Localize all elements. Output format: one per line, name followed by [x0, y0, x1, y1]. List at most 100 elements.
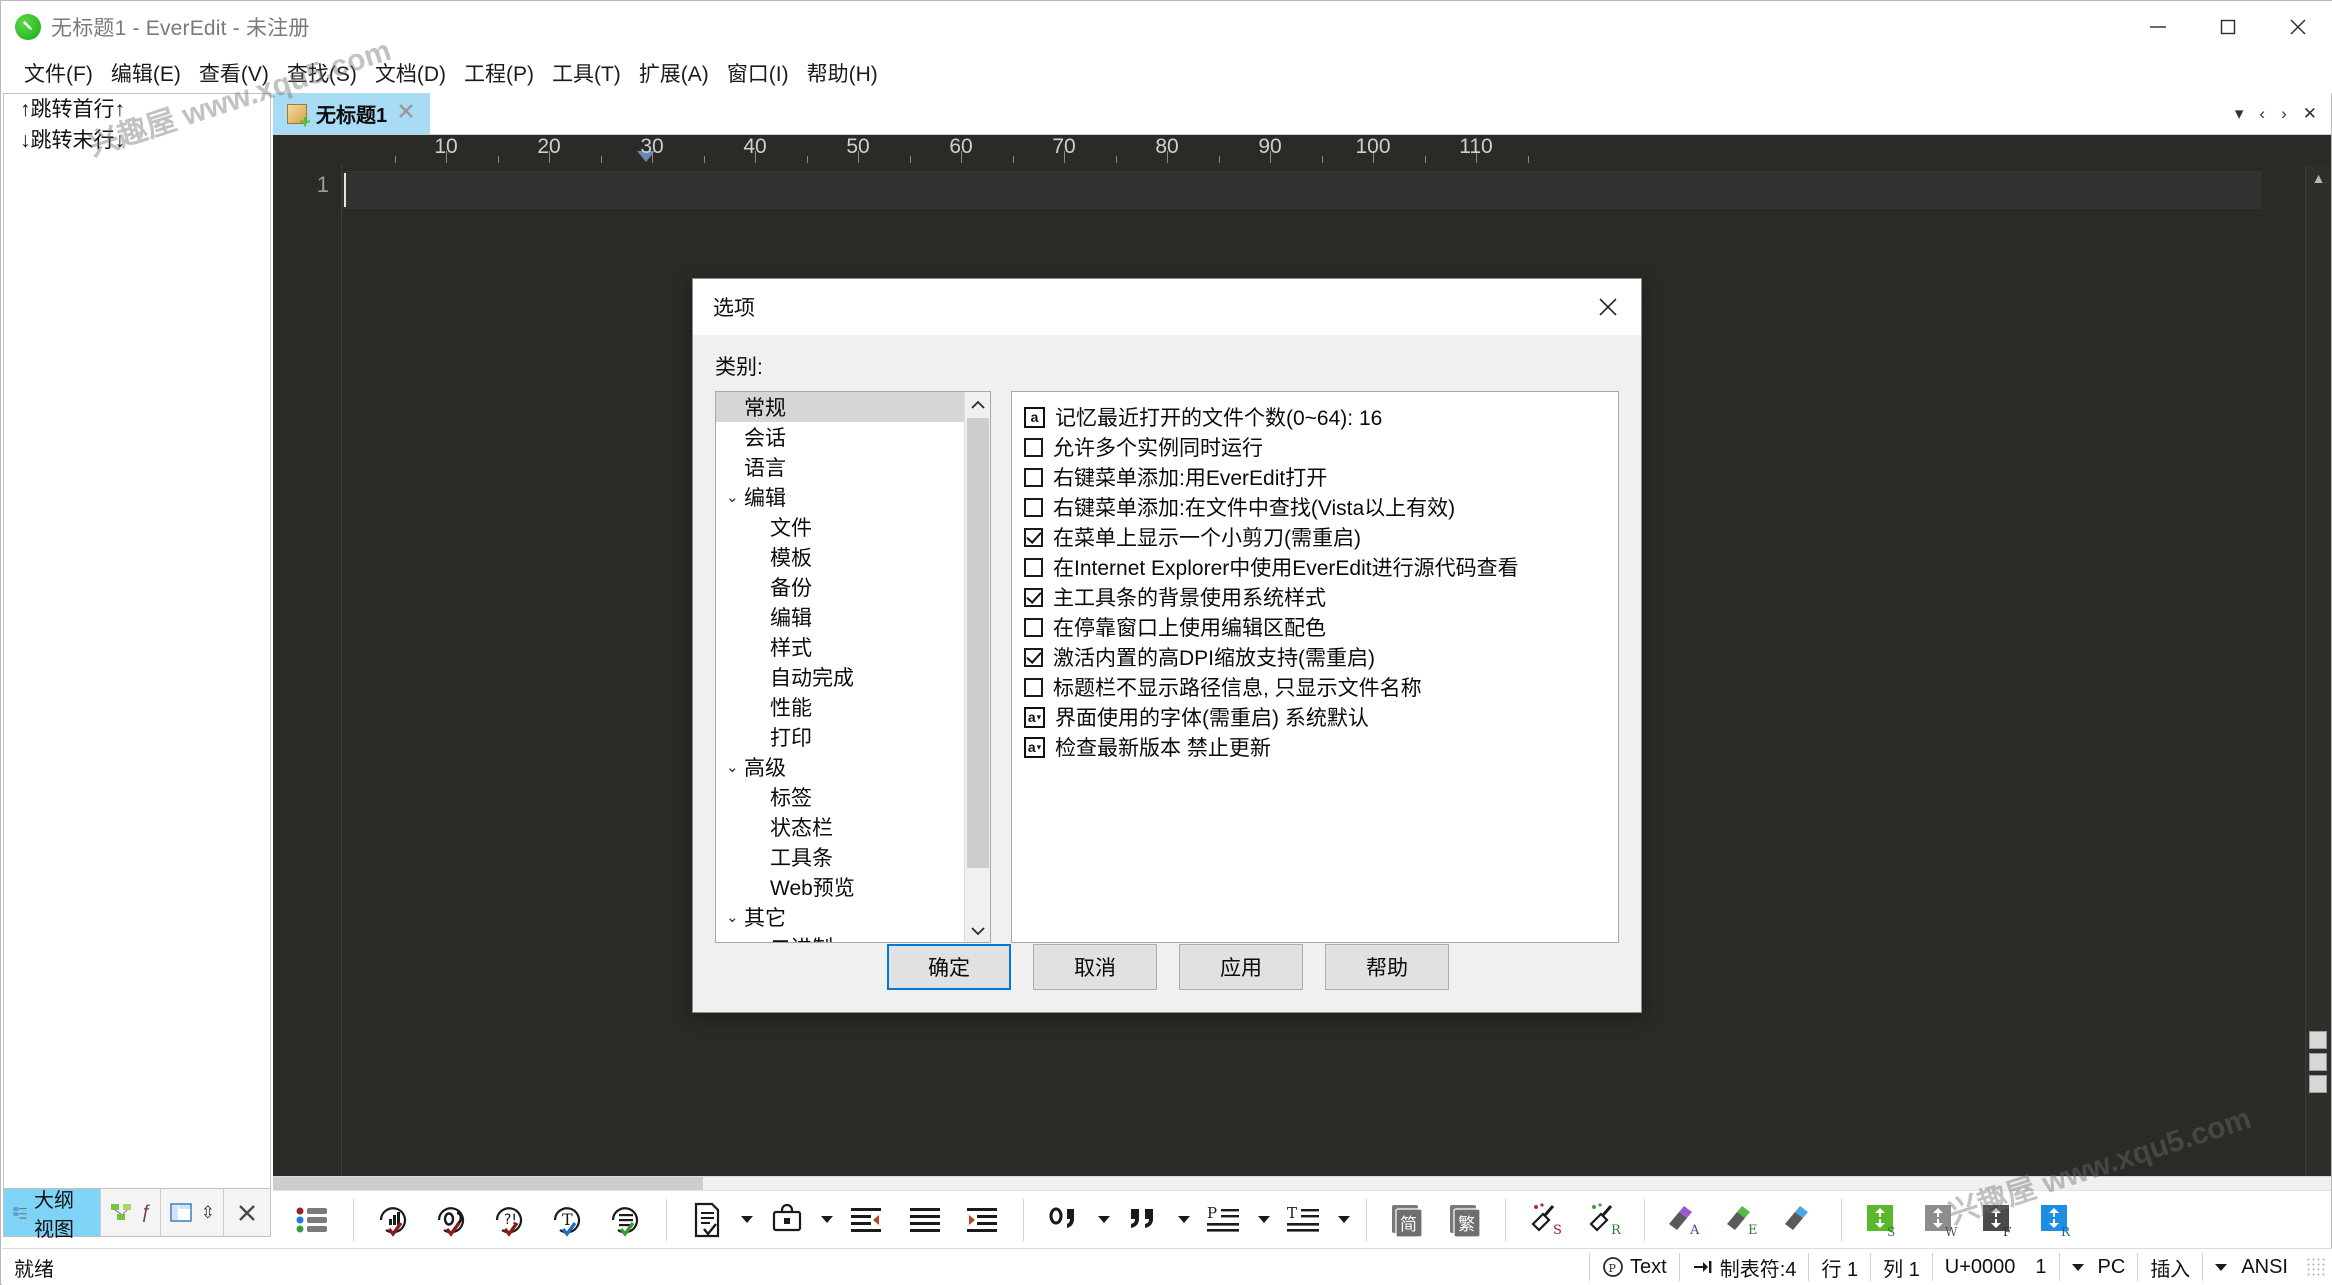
tree-item-3[interactable]: ⌄ 编辑	[716, 482, 964, 512]
align-left-icon[interactable]	[897, 1194, 953, 1246]
chevron-down-icon[interactable]: ⌄	[726, 488, 744, 506]
option-row-1[interactable]: 允许多个实例同时运行	[1024, 432, 1606, 462]
scroll-up-icon[interactable]: ▲	[2306, 165, 2331, 191]
checkbox-icon[interactable]	[1024, 497, 1043, 517]
maximize-button[interactable]	[2193, 1, 2263, 53]
tab-list-dropdown-icon[interactable]: ▾	[2235, 104, 2244, 124]
collapse-f-icon[interactable]: F	[1970, 1194, 2026, 1246]
option-row-11[interactable]: a ▾ 检查最新版本 禁止更新	[1024, 732, 1606, 762]
menu-item-9[interactable]: 帮助(H)	[798, 55, 887, 91]
status-insert-cell[interactable]: 插入	[2137, 1253, 2202, 1281]
option-row-8[interactable]: 激活内置的高DPI缩放支持(需重启)	[1024, 642, 1606, 672]
indent-decrease-icon[interactable]	[839, 1194, 895, 1246]
option-row-6[interactable]: 主工具条的背景使用系统样式	[1024, 582, 1606, 612]
option-row-0[interactable]: a 记忆最近打开的文件个数(0~64): 16	[1024, 402, 1606, 432]
platform-dropdown-icon[interactable]	[2071, 1263, 2084, 1271]
category-tree[interactable]: ⌄常规⌄会话⌄语言⌄编辑⌄文件⌄模板⌄备份⌄编辑⌄样式⌄自动完成⌄性能⌄打印⌄高…	[715, 391, 991, 943]
collapse-r-icon[interactable]: R	[2028, 1194, 2084, 1246]
clean-s-icon[interactable]: S	[1518, 1194, 1574, 1246]
collapse-s-icon[interactable]: S	[1854, 1194, 1910, 1246]
simplified-chinese-icon[interactable]: 简	[1379, 1194, 1435, 1246]
traditional-chinese-icon[interactable]: 繁	[1437, 1194, 1493, 1246]
editor-vertical-scrollbar[interactable]: ▲	[2305, 165, 2331, 1176]
tree-scroll-up-icon[interactable]	[965, 392, 990, 418]
editor-horizontal-scrollbar[interactable]	[273, 1176, 2331, 1191]
tree-item-2[interactable]: ⌄语言	[716, 452, 964, 482]
menu-item-7[interactable]: 扩展(A)	[630, 55, 718, 91]
brush-e-icon[interactable]: E	[1715, 1194, 1771, 1246]
side-button-1[interactable]	[2309, 1031, 2327, 1049]
checkbox-icon[interactable]	[1024, 527, 1043, 547]
editor-side-buttons[interactable]	[2306, 1025, 2330, 1145]
tree-item-15[interactable]: ⌄工具条	[716, 842, 964, 872]
tab-scroll-right-icon[interactable]: ›	[2281, 104, 2287, 124]
option-row-2[interactable]: 右键菜单添加:用EverEdit打开	[1024, 462, 1606, 492]
text-value-icon[interactable]: a	[1024, 406, 1045, 428]
checkbox-icon[interactable]	[1024, 467, 1043, 487]
option-row-4[interactable]: 在菜单上显示一个小剪刀(需重启)	[1024, 522, 1606, 552]
status-platform-cell[interactable]: PC	[2058, 1253, 2138, 1281]
panel-tab-outline[interactable]: 大纲视图	[4, 1189, 102, 1241]
check-punctuation-icon[interactable]: ?!	[482, 1194, 538, 1246]
checkbox-icon[interactable]	[1024, 587, 1043, 607]
menu-item-6[interactable]: 工具(T)	[543, 55, 630, 91]
option-row-10[interactable]: a ▾ 界面使用的字体(需重启) 系统默认	[1024, 702, 1606, 732]
checkbox-icon[interactable]	[1024, 557, 1043, 577]
dialog-button-应用[interactable]: 应用	[1179, 944, 1303, 990]
menu-item-3[interactable]: 查找(S)	[278, 55, 366, 91]
brush-icon[interactable]	[1773, 1194, 1829, 1246]
document-check-icon[interactable]	[679, 1194, 735, 1246]
check-quotes-icon[interactable]	[424, 1194, 480, 1246]
document-tab[interactable]: 无标题1	[273, 93, 431, 134]
tree-item-7[interactable]: ⌄编辑	[716, 602, 964, 632]
option-row-3[interactable]: 右键菜单添加:在文件中查找(Vista以上有效)	[1024, 492, 1606, 522]
indent-increase-icon[interactable]	[955, 1194, 1011, 1246]
dialog-button-取消[interactable]: 取消	[1033, 944, 1157, 990]
checkbox-icon[interactable]	[1024, 617, 1043, 637]
tree-item-9[interactable]: ⌄自动完成	[716, 662, 964, 692]
panel-tab-project[interactable]: ƒ	[101, 1189, 161, 1236]
text-format-dropdown-icon[interactable]	[1334, 1194, 1354, 1246]
toolbox-icon[interactable]	[759, 1194, 815, 1246]
minimize-button[interactable]	[2123, 1, 2193, 53]
outline-line-1[interactable]: ↓跳转末行↓	[4, 125, 270, 156]
horizontal-scroll-thumb[interactable]	[273, 1177, 703, 1191]
tree-item-11[interactable]: ⌄打印	[716, 722, 964, 752]
checkbox-icon[interactable]	[1024, 647, 1043, 667]
resize-grip[interactable]	[2306, 1257, 2326, 1277]
dialog-button-确定[interactable]: 确定	[887, 944, 1011, 990]
collapse-w-icon[interactable]: W	[1912, 1194, 1968, 1246]
option-row-7[interactable]: 在停靠窗口上使用编辑区配色	[1024, 612, 1606, 642]
check-numbers-icon[interactable]	[366, 1194, 422, 1246]
tree-item-5[interactable]: ⌄模板	[716, 542, 964, 572]
menu-item-2[interactable]: 查看(V)	[190, 55, 278, 91]
category-tree-scrollbar[interactable]	[964, 392, 990, 942]
options-list[interactable]: a 记忆最近打开的文件个数(0~64): 16 允许多个实例同时运行 右键菜单添加:用…	[1011, 391, 1619, 943]
status-syntax-cell[interactable]: P Text	[1589, 1253, 1679, 1281]
menu-item-0[interactable]: 文件(F)	[15, 55, 102, 91]
paragraph-format-icon[interactable]: P	[1196, 1194, 1252, 1246]
paragraph-format-dropdown-icon[interactable]	[1254, 1194, 1274, 1246]
menu-item-8[interactable]: 窗口(I)	[718, 55, 798, 91]
checkbox-icon[interactable]	[1024, 437, 1043, 457]
text-format-icon[interactable]: T	[1276, 1194, 1332, 1246]
dialog-close-button[interactable]	[1575, 279, 1641, 335]
toolbox-dropdown-icon[interactable]	[817, 1194, 837, 1246]
tree-scroll-thumb[interactable]	[967, 418, 989, 868]
double-quote-dropdown-icon[interactable]	[1174, 1194, 1194, 1246]
menu-item-5[interactable]: 工程(P)	[455, 55, 543, 91]
brush-a-icon[interactable]: A	[1657, 1194, 1713, 1246]
close-button[interactable]	[2263, 1, 2332, 53]
chevron-down-icon[interactable]: ⌄	[726, 758, 744, 776]
clean-r-icon[interactable]: R	[1576, 1194, 1632, 1246]
tree-item-13[interactable]: ⌄标签	[716, 782, 964, 812]
status-tab-cell[interactable]: 制表符:4	[1678, 1253, 1809, 1281]
double-quote-icon[interactable]	[1116, 1194, 1172, 1246]
tree-item-6[interactable]: ⌄备份	[716, 572, 964, 602]
tabstrip-close-icon[interactable]: ✕	[2303, 104, 2317, 124]
bullet-list-icon[interactable]	[285, 1194, 341, 1246]
single-quote-dropdown-icon[interactable]	[1094, 1194, 1114, 1246]
outline-line-0[interactable]: ↑跳转首行↑	[4, 94, 270, 125]
tree-item-0[interactable]: ⌄常规	[716, 392, 964, 422]
tree-item-12[interactable]: ⌄ 高级	[716, 752, 964, 782]
